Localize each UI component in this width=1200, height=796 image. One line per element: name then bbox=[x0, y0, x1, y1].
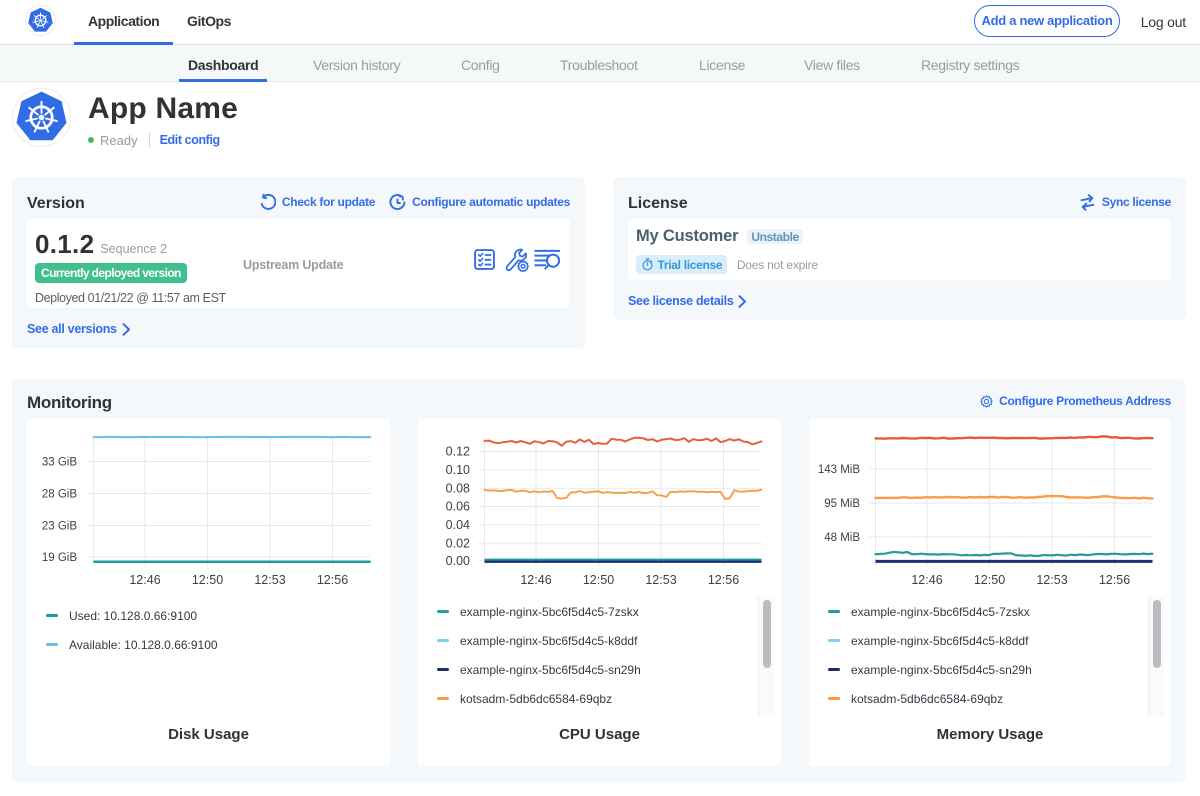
svg-text:12:53: 12:53 bbox=[645, 573, 676, 587]
svg-text:143 MiB: 143 MiB bbox=[818, 464, 861, 476]
svg-text:19 GiB: 19 GiB bbox=[42, 552, 77, 564]
svg-text:12:50: 12:50 bbox=[583, 573, 614, 587]
svg-text:0.12: 0.12 bbox=[446, 445, 470, 459]
svg-text:12:56: 12:56 bbox=[317, 573, 348, 587]
svg-text:12:53: 12:53 bbox=[1036, 573, 1067, 587]
svg-text:12:56: 12:56 bbox=[708, 573, 739, 587]
svg-text:0.02: 0.02 bbox=[446, 536, 470, 550]
svg-text:48 MiB: 48 MiB bbox=[824, 532, 860, 544]
svg-text:28 GiB: 28 GiB bbox=[42, 489, 77, 501]
svg-text:95 MiB: 95 MiB bbox=[824, 498, 860, 510]
svg-text:0.08: 0.08 bbox=[446, 481, 470, 495]
svg-text:12:50: 12:50 bbox=[192, 573, 223, 587]
svg-text:12:53: 12:53 bbox=[254, 573, 285, 587]
svg-text:0.10: 0.10 bbox=[446, 463, 470, 477]
svg-text:0.00: 0.00 bbox=[446, 554, 470, 568]
svg-text:12:50: 12:50 bbox=[974, 573, 1005, 587]
svg-text:0.06: 0.06 bbox=[446, 500, 470, 514]
svg-text:33 GiB: 33 GiB bbox=[42, 457, 77, 469]
svg-text:12:46: 12:46 bbox=[911, 573, 942, 587]
svg-text:12:46: 12:46 bbox=[129, 573, 160, 587]
svg-text:12:46: 12:46 bbox=[520, 573, 551, 587]
svg-text:0.04: 0.04 bbox=[446, 518, 470, 532]
svg-text:12:56: 12:56 bbox=[1099, 573, 1130, 587]
svg-text:23 GiB: 23 GiB bbox=[42, 521, 77, 533]
